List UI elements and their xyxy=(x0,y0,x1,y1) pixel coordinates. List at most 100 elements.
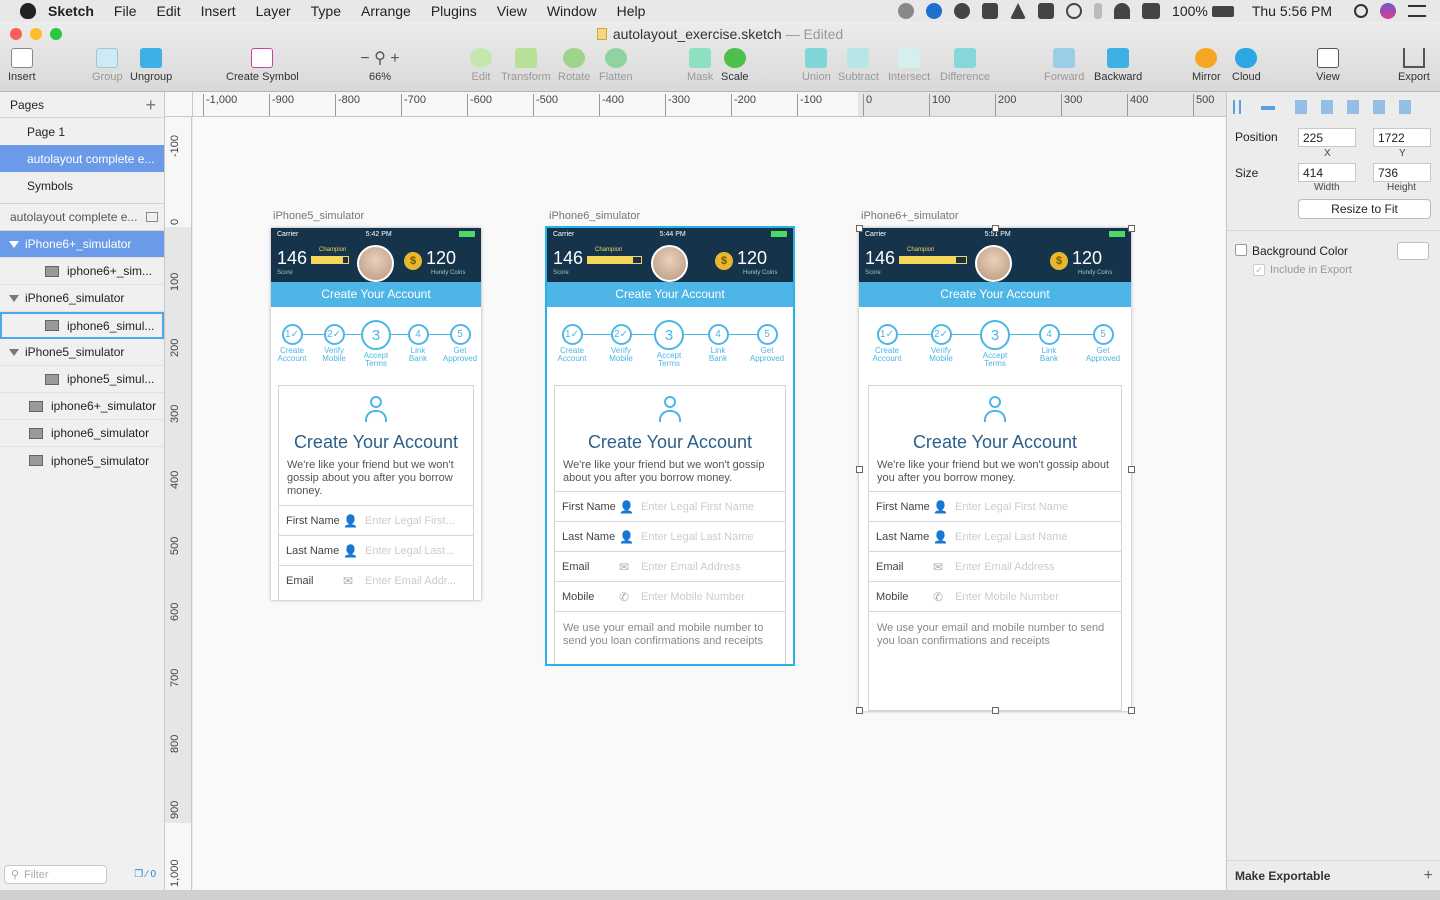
edit-button[interactable]: Edit xyxy=(470,48,492,83)
resize-to-fit-button[interactable]: Resize to Fit xyxy=(1298,199,1431,219)
mirror-button[interactable]: Mirror xyxy=(1192,48,1221,83)
subtract-button[interactable]: Subtract xyxy=(838,48,879,83)
rotate-button[interactable]: Rotate xyxy=(558,48,590,83)
email-field[interactable]: Email ✉ Enter Email Address xyxy=(555,551,785,581)
menu-arrange[interactable]: Arrange xyxy=(361,3,411,19)
menu-help[interactable]: Help xyxy=(617,3,646,19)
menu-type[interactable]: Type xyxy=(311,3,341,19)
export-button[interactable]: Export xyxy=(1398,48,1430,83)
mask-button[interactable]: Mask xyxy=(687,48,713,83)
appstore-icon[interactable] xyxy=(926,3,943,19)
difference-button[interactable]: Difference xyxy=(940,48,990,83)
resize-handle[interactable] xyxy=(992,225,999,232)
resize-handle[interactable] xyxy=(856,225,863,232)
page-item-autolayout[interactable]: autolayout complete e... xyxy=(0,145,164,172)
step-verify-mobile[interactable]: 2✓ Verify Mobile xyxy=(916,324,966,363)
notification-center-icon[interactable] xyxy=(1408,5,1426,17)
last-name-field[interactable]: Last Name 👤 Enter Legal Last Name xyxy=(555,521,785,551)
page-item-symbols[interactable]: Symbols xyxy=(0,172,164,199)
layer-image-iphone6[interactable]: iphone6_simul... xyxy=(0,312,164,339)
group-button[interactable]: Group xyxy=(92,48,123,83)
first-name-field[interactable]: First Name 👤 Enter Legal First... xyxy=(279,505,473,535)
pebble-icon[interactable] xyxy=(898,3,915,19)
intersect-button[interactable]: Intersect xyxy=(888,48,930,83)
layer-group-iphone6[interactable]: iPhone6_simulator xyxy=(0,285,164,312)
zoom-control[interactable]: − ⚲ + 66% xyxy=(356,48,404,83)
disclosure-icon[interactable] xyxy=(9,348,19,356)
create-symbol-button[interactable]: Create Symbol xyxy=(226,48,299,83)
forward-button[interactable]: Forward xyxy=(1044,48,1084,83)
drive-icon[interactable] xyxy=(1010,3,1027,19)
vertical-ruler[interactable]: -100 0 100 200 300 400 500 600 700 800 9… xyxy=(165,117,192,890)
first-name-field[interactable]: First Name 👤 Enter Legal First Name xyxy=(555,491,785,521)
menu-app[interactable]: Sketch xyxy=(48,3,94,19)
menu-edit[interactable]: Edit xyxy=(156,3,180,19)
edited-status[interactable]: — Edited xyxy=(786,26,844,42)
bluetooth-icon[interactable] xyxy=(1094,3,1103,19)
distribute-icon[interactable] xyxy=(1261,106,1275,110)
y-field[interactable]: 1722 xyxy=(1373,128,1431,147)
menu-file[interactable]: File xyxy=(114,3,137,19)
canvas[interactable]: iPhone5_simulator Carrier 5:42 PM 146 Sco… xyxy=(193,117,1226,890)
resize-handle[interactable] xyxy=(992,707,999,714)
resize-handle[interactable] xyxy=(1128,225,1135,232)
artboard-iphone6plus[interactable]: Carrier 5:51 PM 146 Score Champion $ 120 … xyxy=(859,228,1131,711)
current-page-header[interactable]: autolayout complete e... xyxy=(0,203,164,231)
menu-layer[interactable]: Layer xyxy=(256,3,291,19)
include-in-export-checkbox[interactable]: ✓ xyxy=(1253,264,1265,276)
add-page-icon[interactable]: + xyxy=(145,96,156,114)
backward-button[interactable]: Backward xyxy=(1094,48,1142,83)
artboard-iphone5[interactable]: Carrier 5:42 PM 146 Score Champion $ 120 … xyxy=(271,228,481,600)
menu-view[interactable]: View xyxy=(497,3,527,19)
x-field[interactable]: 225 xyxy=(1298,128,1356,147)
slice-filter-icon[interactable]: ∕ xyxy=(146,869,148,880)
background-color-checkbox[interactable] xyxy=(1235,244,1247,256)
collapse-icon[interactable] xyxy=(146,212,158,222)
clock[interactable]: Thu 5:56 PM xyxy=(1252,3,1332,19)
height-field[interactable]: 736 xyxy=(1373,163,1431,182)
layer-image-iphone6-root[interactable]: iphone6_simulator xyxy=(0,420,164,447)
resize-handle[interactable] xyxy=(1128,466,1135,473)
layer-group-iphone6plus[interactable]: iPhone6+_simulator xyxy=(0,231,164,258)
disclosure-icon[interactable] xyxy=(9,240,19,248)
step-get-approved[interactable]: 5 Get Approved xyxy=(1078,324,1128,363)
time-machine-icon[interactable] xyxy=(1066,3,1083,19)
resize-handle[interactable] xyxy=(856,466,863,473)
artboard-iphone6[interactable]: Carrier 5:44 PM 146 Score Champion $ 120 … xyxy=(545,226,795,666)
resize-handle[interactable] xyxy=(1128,707,1135,714)
scale-button[interactable]: Scale xyxy=(721,48,749,83)
align-left-icon[interactable] xyxy=(1233,100,1241,114)
mobile-field[interactable]: Mobile ✆ Enter Mobile Number xyxy=(869,581,1121,611)
step-link-bank[interactable]: 4 Link Bank xyxy=(693,324,743,363)
disclosure-icon[interactable] xyxy=(9,294,19,302)
first-name-field[interactable]: First Name 👤 Enter Legal First Name xyxy=(869,491,1121,521)
layer-filter-input[interactable]: ⚲ Filter xyxy=(4,865,107,884)
layer-image-iphone5[interactable]: iphone5_simul... xyxy=(0,366,164,393)
menu-plugins[interactable]: Plugins xyxy=(431,3,477,19)
battery-icon[interactable] xyxy=(1211,5,1234,17)
layer-group-iphone5[interactable]: iPhone5_simulator xyxy=(0,339,164,366)
creative-cloud-icon[interactable] xyxy=(954,3,971,19)
evernote-icon[interactable] xyxy=(1038,3,1055,19)
email-field[interactable]: Email ✉ Enter Email Addr... xyxy=(279,565,473,595)
step-accept-terms[interactable]: 3 Accept Terms xyxy=(644,320,694,368)
alignment-toolbar[interactable] xyxy=(1295,100,1423,114)
insert-button[interactable]: Insert xyxy=(8,48,36,83)
transform-button[interactable]: Transform xyxy=(501,48,551,83)
page-item-page-1[interactable]: Page 1 xyxy=(0,118,164,145)
artboard-title-iphone6plus[interactable]: iPhone6+_simulator xyxy=(861,210,959,222)
siri-icon[interactable] xyxy=(1380,3,1396,19)
layer-image-iphone6plus[interactable]: iphone6+_sim... xyxy=(0,258,164,285)
layer-image-iphone6plus-root[interactable]: iphone6+_simulator xyxy=(0,393,164,420)
make-exportable-bar[interactable]: Make Exportable + xyxy=(1227,860,1440,890)
step-create-account[interactable]: 1✓ Create Account xyxy=(862,324,912,363)
symbol-filter-icon[interactable]: ❐ xyxy=(134,869,143,880)
horizontal-ruler[interactable]: -1,000 -900 -800 -700 -600 -500 -400 -30… xyxy=(193,92,1226,117)
volume-icon[interactable] xyxy=(1142,3,1161,19)
step-get-approved[interactable]: 5 Get Approved xyxy=(742,324,792,363)
menu-window[interactable]: Window xyxy=(547,3,597,19)
width-field[interactable]: 414 xyxy=(1298,163,1356,182)
last-name-field[interactable]: Last Name 👤 Enter Legal Last... xyxy=(279,535,473,565)
add-export-icon[interactable]: + xyxy=(1424,867,1433,885)
step-create-account[interactable]: 1✓ Create Account xyxy=(547,324,597,363)
